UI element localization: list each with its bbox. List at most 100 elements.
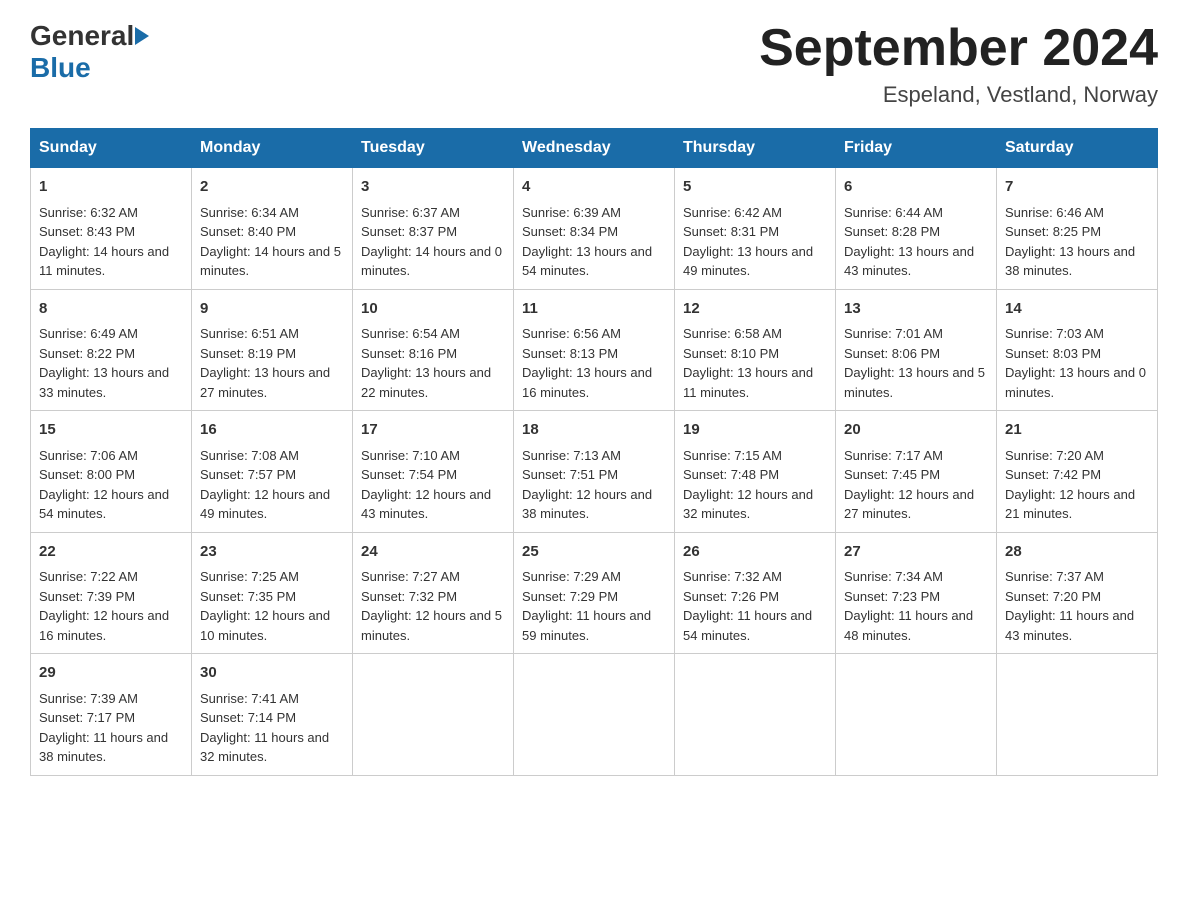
calendar-title: September 2024: [759, 20, 1158, 77]
day-daylight: Daylight: 13 hours and 22 minutes.: [361, 365, 491, 400]
day-daylight: Daylight: 13 hours and 43 minutes.: [844, 244, 974, 279]
calendar-cell: 9 Sunrise: 6:51 AM Sunset: 8:19 PM Dayli…: [192, 289, 353, 411]
calendar-cell: 15 Sunrise: 7:06 AM Sunset: 8:00 PM Dayl…: [31, 411, 192, 533]
day-sunrise: Sunrise: 6:37 AM: [361, 205, 460, 220]
calendar-cell: 12 Sunrise: 6:58 AM Sunset: 8:10 PM Dayl…: [675, 289, 836, 411]
calendar-cell: 8 Sunrise: 6:49 AM Sunset: 8:22 PM Dayli…: [31, 289, 192, 411]
week-row-4: 22 Sunrise: 7:22 AM Sunset: 7:39 PM Dayl…: [31, 532, 1158, 654]
day-sunrise: Sunrise: 6:58 AM: [683, 326, 782, 341]
day-number: 27: [844, 541, 988, 564]
day-daylight: Daylight: 11 hours and 54 minutes.: [683, 608, 812, 643]
day-sunrise: Sunrise: 7:27 AM: [361, 569, 460, 584]
header-monday: Monday: [192, 129, 353, 168]
day-number: 10: [361, 298, 505, 321]
header-wednesday: Wednesday: [514, 129, 675, 168]
day-sunset: Sunset: 7:51 PM: [522, 467, 618, 482]
day-daylight: Daylight: 14 hours and 0 minutes.: [361, 244, 502, 279]
day-number: 29: [39, 662, 183, 685]
calendar-cell: 13 Sunrise: 7:01 AM Sunset: 8:06 PM Dayl…: [836, 289, 997, 411]
day-sunrise: Sunrise: 7:03 AM: [1005, 326, 1104, 341]
day-number: 7: [1005, 176, 1149, 199]
day-number: 12: [683, 298, 827, 321]
day-number: 23: [200, 541, 344, 564]
weekday-header-row: Sunday Monday Tuesday Wednesday Thursday…: [31, 129, 1158, 168]
day-sunset: Sunset: 7:17 PM: [39, 710, 135, 725]
day-number: 24: [361, 541, 505, 564]
day-number: 6: [844, 176, 988, 199]
day-daylight: Daylight: 12 hours and 43 minutes.: [361, 487, 491, 522]
day-sunset: Sunset: 7:26 PM: [683, 589, 779, 604]
calendar-cell: 27 Sunrise: 7:34 AM Sunset: 7:23 PM Dayl…: [836, 532, 997, 654]
day-sunset: Sunset: 8:28 PM: [844, 224, 940, 239]
day-number: 11: [522, 298, 666, 321]
calendar-cell: 5 Sunrise: 6:42 AM Sunset: 8:31 PM Dayli…: [675, 168, 836, 290]
calendar-cell: 10 Sunrise: 6:54 AM Sunset: 8:16 PM Dayl…: [353, 289, 514, 411]
day-number: 2: [200, 176, 344, 199]
title-area: September 2024 Espeland, Vestland, Norwa…: [759, 20, 1158, 108]
day-sunset: Sunset: 8:13 PM: [522, 346, 618, 361]
day-daylight: Daylight: 13 hours and 0 minutes.: [1005, 365, 1146, 400]
day-daylight: Daylight: 11 hours and 48 minutes.: [844, 608, 973, 643]
day-daylight: Daylight: 13 hours and 11 minutes.: [683, 365, 813, 400]
calendar-cell: 14 Sunrise: 7:03 AM Sunset: 8:03 PM Dayl…: [997, 289, 1158, 411]
calendar-cell: 28 Sunrise: 7:37 AM Sunset: 7:20 PM Dayl…: [997, 532, 1158, 654]
day-daylight: Daylight: 13 hours and 49 minutes.: [683, 244, 813, 279]
day-sunrise: Sunrise: 6:39 AM: [522, 205, 621, 220]
day-sunset: Sunset: 7:29 PM: [522, 589, 618, 604]
day-daylight: Daylight: 12 hours and 21 minutes.: [1005, 487, 1135, 522]
calendar-cell: 18 Sunrise: 7:13 AM Sunset: 7:51 PM Dayl…: [514, 411, 675, 533]
day-sunrise: Sunrise: 7:41 AM: [200, 691, 299, 706]
calendar-cell: 3 Sunrise: 6:37 AM Sunset: 8:37 PM Dayli…: [353, 168, 514, 290]
day-sunset: Sunset: 8:00 PM: [39, 467, 135, 482]
day-number: 21: [1005, 419, 1149, 442]
day-daylight: Daylight: 11 hours and 32 minutes.: [200, 730, 329, 765]
day-daylight: Daylight: 13 hours and 5 minutes.: [844, 365, 985, 400]
calendar-cell: [997, 654, 1158, 776]
calendar-cell: 19 Sunrise: 7:15 AM Sunset: 7:48 PM Dayl…: [675, 411, 836, 533]
calendar-cell: 29 Sunrise: 7:39 AM Sunset: 7:17 PM Dayl…: [31, 654, 192, 776]
day-number: 22: [39, 541, 183, 564]
header-friday: Friday: [836, 129, 997, 168]
day-number: 26: [683, 541, 827, 564]
day-sunrise: Sunrise: 7:29 AM: [522, 569, 621, 584]
logo-area: General Blue: [30, 20, 150, 84]
day-daylight: Daylight: 13 hours and 33 minutes.: [39, 365, 169, 400]
calendar-cell: 25 Sunrise: 7:29 AM Sunset: 7:29 PM Dayl…: [514, 532, 675, 654]
calendar-subtitle: Espeland, Vestland, Norway: [759, 82, 1158, 108]
header-sunday: Sunday: [31, 129, 192, 168]
day-sunrise: Sunrise: 7:10 AM: [361, 448, 460, 463]
day-daylight: Daylight: 13 hours and 54 minutes.: [522, 244, 652, 279]
calendar-cell: 24 Sunrise: 7:27 AM Sunset: 7:32 PM Dayl…: [353, 532, 514, 654]
day-sunset: Sunset: 8:43 PM: [39, 224, 135, 239]
day-daylight: Daylight: 13 hours and 38 minutes.: [1005, 244, 1135, 279]
day-sunset: Sunset: 7:39 PM: [39, 589, 135, 604]
day-number: 8: [39, 298, 183, 321]
day-daylight: Daylight: 12 hours and 16 minutes.: [39, 608, 169, 643]
calendar-cell: 11 Sunrise: 6:56 AM Sunset: 8:13 PM Dayl…: [514, 289, 675, 411]
day-daylight: Daylight: 12 hours and 54 minutes.: [39, 487, 169, 522]
day-sunset: Sunset: 7:57 PM: [200, 467, 296, 482]
calendar-cell: 2 Sunrise: 6:34 AM Sunset: 8:40 PM Dayli…: [192, 168, 353, 290]
calendar-cell: 1 Sunrise: 6:32 AM Sunset: 8:43 PM Dayli…: [31, 168, 192, 290]
day-sunset: Sunset: 7:54 PM: [361, 467, 457, 482]
day-daylight: Daylight: 12 hours and 27 minutes.: [844, 487, 974, 522]
logo-triangle-icon: [135, 27, 149, 45]
week-row-5: 29 Sunrise: 7:39 AM Sunset: 7:17 PM Dayl…: [31, 654, 1158, 776]
day-sunset: Sunset: 8:22 PM: [39, 346, 135, 361]
day-number: 9: [200, 298, 344, 321]
day-sunrise: Sunrise: 6:32 AM: [39, 205, 138, 220]
day-sunrise: Sunrise: 7:20 AM: [1005, 448, 1104, 463]
day-sunrise: Sunrise: 6:44 AM: [844, 205, 943, 220]
day-number: 30: [200, 662, 344, 685]
calendar-cell: 26 Sunrise: 7:32 AM Sunset: 7:26 PM Dayl…: [675, 532, 836, 654]
calendar-cell: 7 Sunrise: 6:46 AM Sunset: 8:25 PM Dayli…: [997, 168, 1158, 290]
day-daylight: Daylight: 12 hours and 10 minutes.: [200, 608, 330, 643]
day-sunset: Sunset: 7:45 PM: [844, 467, 940, 482]
calendar-cell: [353, 654, 514, 776]
day-daylight: Daylight: 12 hours and 38 minutes.: [522, 487, 652, 522]
day-number: 13: [844, 298, 988, 321]
day-number: 18: [522, 419, 666, 442]
calendar-cell: 23 Sunrise: 7:25 AM Sunset: 7:35 PM Dayl…: [192, 532, 353, 654]
day-sunrise: Sunrise: 7:08 AM: [200, 448, 299, 463]
day-sunset: Sunset: 7:14 PM: [200, 710, 296, 725]
